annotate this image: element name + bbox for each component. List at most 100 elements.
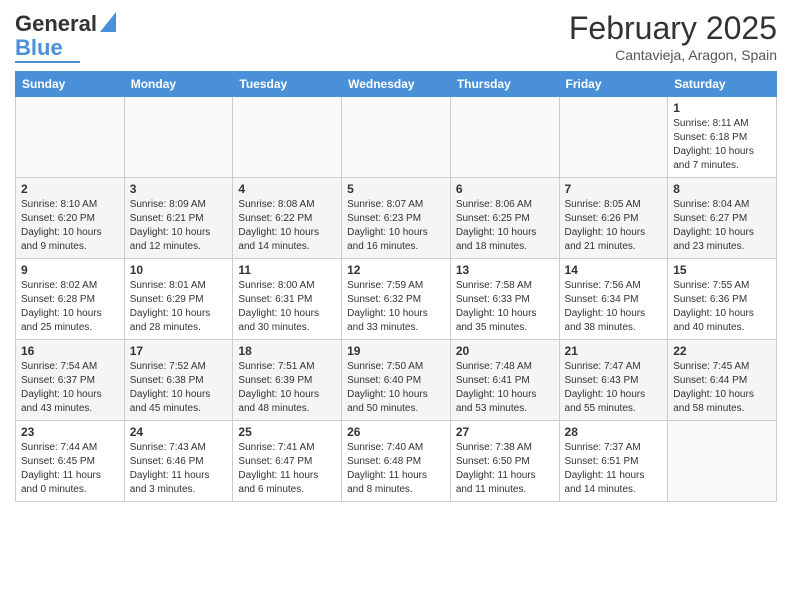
calendar-cell: 9 Sunrise: 8:02 AM Sunset: 6:28 PM Daylig…: [16, 259, 125, 340]
logo-blue-line: Blue: [15, 37, 63, 59]
calendar-cell: 10 Sunrise: 8:01 AM Sunset: 6:29 PM Dayli…: [124, 259, 233, 340]
day-number: 22: [673, 344, 771, 358]
calendar-cell: 16 Sunrise: 7:54 AM Sunset: 6:37 PM Dayli…: [16, 340, 125, 421]
day-of-week-header: Monday: [124, 72, 233, 97]
calendar-cell: 12Sunrise: 7:59 AM Sunset: 6:32 PM Dayli…: [342, 259, 451, 340]
calendar-cell: 6Sunrise: 8:06 AM Sunset: 6:25 PM Daylig…: [450, 178, 559, 259]
calendar-cell: 17 Sunrise: 7:52 AM Sunset: 6:38 PM Dayli…: [124, 340, 233, 421]
main-title: February 2025: [569, 10, 777, 47]
day-number: 8: [673, 182, 771, 196]
day-info: Sunrise: 7:47 AM Sunset: 6:43 PM Dayligh…: [565, 360, 663, 416]
calendar-cell: 13 Sunrise: 7:58 AM Sunset: 6:33 PM Dayli…: [450, 259, 559, 340]
day-info: Sunrise: 8:10 AM Sunset: 6:20 PM Dayligh…: [21, 198, 119, 254]
calendar-cell: 19Sunrise: 7:50 AM Sunset: 6:40 PM Dayli…: [342, 340, 451, 421]
page: General Blue February 2025 Cantavieja, A…: [0, 0, 792, 612]
day-info: Sunrise: 8:06 AM Sunset: 6:25 PM Dayligh…: [456, 198, 554, 254]
calendar-cell: 22 Sunrise: 7:45 AM Sunset: 6:44 PM Dayli…: [668, 340, 777, 421]
day-number: 11: [238, 263, 336, 277]
calendar-cell: 26 Sunrise: 7:40 AM Sunset: 6:48 PM Dayli…: [342, 421, 451, 502]
calendar-cell: 3Sunrise: 8:09 AM Sunset: 6:21 PM Daylig…: [124, 178, 233, 259]
day-number: 25: [238, 425, 336, 439]
logo-underline: [15, 61, 80, 63]
day-number: 28: [565, 425, 663, 439]
calendar-body: 1 Sunrise: 8:11 AM Sunset: 6:18 PM Daylig…: [16, 97, 777, 502]
calendar-cell: 4 Sunrise: 8:08 AM Sunset: 6:22 PM Daylig…: [233, 178, 342, 259]
day-info: Sunrise: 8:04 AM Sunset: 6:27 PM Dayligh…: [673, 198, 771, 254]
day-info: Sunrise: 7:41 AM Sunset: 6:47 PM Dayligh…: [238, 441, 336, 497]
day-number: 13: [456, 263, 554, 277]
calendar-cell: 27Sunrise: 7:38 AM Sunset: 6:50 PM Dayli…: [450, 421, 559, 502]
day-number: 9: [21, 263, 119, 277]
day-info: Sunrise: 7:51 AM Sunset: 6:39 PM Dayligh…: [238, 360, 336, 416]
calendar-cell: [668, 421, 777, 502]
day-info: Sunrise: 8:11 AM Sunset: 6:18 PM Dayligh…: [673, 117, 771, 173]
calendar-cell: 8 Sunrise: 8:04 AM Sunset: 6:27 PM Daylig…: [668, 178, 777, 259]
day-info: Sunrise: 7:48 AM Sunset: 6:41 PM Dayligh…: [456, 360, 554, 416]
days-of-week-row: SundayMondayTuesdayWednesdayThursdayFrid…: [16, 72, 777, 97]
calendar-cell: 15 Sunrise: 7:55 AM Sunset: 6:36 PM Dayli…: [668, 259, 777, 340]
calendar-cell: 21 Sunrise: 7:47 AM Sunset: 6:43 PM Dayli…: [559, 340, 668, 421]
logo: General Blue: [15, 10, 116, 63]
day-info: Sunrise: 7:38 AM Sunset: 6:50 PM Dayligh…: [456, 441, 554, 497]
logo-text: General: [15, 13, 97, 35]
calendar-cell: 24 Sunrise: 7:43 AM Sunset: 6:46 PM Dayli…: [124, 421, 233, 502]
day-of-week-header: Tuesday: [233, 72, 342, 97]
day-info: Sunrise: 8:01 AM Sunset: 6:29 PM Dayligh…: [130, 279, 228, 335]
calendar-cell: 18Sunrise: 7:51 AM Sunset: 6:39 PM Dayli…: [233, 340, 342, 421]
logo-line: General: [15, 10, 116, 37]
day-number: 16: [21, 344, 119, 358]
day-info: Sunrise: 7:56 AM Sunset: 6:34 PM Dayligh…: [565, 279, 663, 335]
calendar-cell: 7 Sunrise: 8:05 AM Sunset: 6:26 PM Daylig…: [559, 178, 668, 259]
day-number: 10: [130, 263, 228, 277]
day-of-week-header: Wednesday: [342, 72, 451, 97]
calendar-week-row: 1 Sunrise: 8:11 AM Sunset: 6:18 PM Daylig…: [16, 97, 777, 178]
day-info: Sunrise: 7:40 AM Sunset: 6:48 PM Dayligh…: [347, 441, 445, 497]
day-of-week-header: Saturday: [668, 72, 777, 97]
calendar-cell: [559, 97, 668, 178]
day-number: 14: [565, 263, 663, 277]
day-number: 7: [565, 182, 663, 196]
calendar-cell: 1 Sunrise: 8:11 AM Sunset: 6:18 PM Daylig…: [668, 97, 777, 178]
day-info: Sunrise: 7:45 AM Sunset: 6:44 PM Dayligh…: [673, 360, 771, 416]
day-of-week-header: Sunday: [16, 72, 125, 97]
calendar-cell: 2 Sunrise: 8:10 AM Sunset: 6:20 PM Daylig…: [16, 178, 125, 259]
day-info: Sunrise: 8:09 AM Sunset: 6:21 PM Dayligh…: [130, 198, 228, 254]
day-number: 5: [347, 182, 445, 196]
calendar-cell: 23Sunrise: 7:44 AM Sunset: 6:45 PM Dayli…: [16, 421, 125, 502]
calendar-cell: 11 Sunrise: 8:00 AM Sunset: 6:31 PM Dayli…: [233, 259, 342, 340]
day-number: 4: [238, 182, 336, 196]
day-info: Sunrise: 7:37 AM Sunset: 6:51 PM Dayligh…: [565, 441, 663, 497]
day-info: Sunrise: 7:44 AM Sunset: 6:45 PM Dayligh…: [21, 441, 119, 497]
day-number: 1: [673, 101, 771, 115]
calendar-week-row: 16 Sunrise: 7:54 AM Sunset: 6:37 PM Dayli…: [16, 340, 777, 421]
day-info: Sunrise: 7:58 AM Sunset: 6:33 PM Dayligh…: [456, 279, 554, 335]
day-number: 2: [21, 182, 119, 196]
calendar-cell: [124, 97, 233, 178]
calendar-week-row: 23Sunrise: 7:44 AM Sunset: 6:45 PM Dayli…: [16, 421, 777, 502]
calendar-week-row: 9 Sunrise: 8:02 AM Sunset: 6:28 PM Daylig…: [16, 259, 777, 340]
logo-triangle-icon: [100, 12, 116, 37]
day-info: Sunrise: 8:08 AM Sunset: 6:22 PM Dayligh…: [238, 198, 336, 254]
day-number: 26: [347, 425, 445, 439]
day-number: 17: [130, 344, 228, 358]
day-info: Sunrise: 7:55 AM Sunset: 6:36 PM Dayligh…: [673, 279, 771, 335]
day-info: Sunrise: 7:43 AM Sunset: 6:46 PM Dayligh…: [130, 441, 228, 497]
day-number: 12: [347, 263, 445, 277]
day-info: Sunrise: 8:05 AM Sunset: 6:26 PM Dayligh…: [565, 198, 663, 254]
day-info: Sunrise: 7:54 AM Sunset: 6:37 PM Dayligh…: [21, 360, 119, 416]
day-number: 21: [565, 344, 663, 358]
day-info: Sunrise: 8:00 AM Sunset: 6:31 PM Dayligh…: [238, 279, 336, 335]
calendar-cell: 14 Sunrise: 7:56 AM Sunset: 6:34 PM Dayli…: [559, 259, 668, 340]
calendar-header: SundayMondayTuesdayWednesdayThursdayFrid…: [16, 72, 777, 97]
day-number: 24: [130, 425, 228, 439]
calendar-cell: 5 Sunrise: 8:07 AM Sunset: 6:23 PM Daylig…: [342, 178, 451, 259]
day-info: Sunrise: 7:52 AM Sunset: 6:38 PM Dayligh…: [130, 360, 228, 416]
calendar-cell: 25 Sunrise: 7:41 AM Sunset: 6:47 PM Dayli…: [233, 421, 342, 502]
logo-blue-text: Blue: [15, 37, 63, 59]
calendar-cell: 20Sunrise: 7:48 AM Sunset: 6:41 PM Dayli…: [450, 340, 559, 421]
day-info: Sunrise: 8:07 AM Sunset: 6:23 PM Dayligh…: [347, 198, 445, 254]
day-info: Sunrise: 8:02 AM Sunset: 6:28 PM Dayligh…: [21, 279, 119, 335]
day-number: 15: [673, 263, 771, 277]
title-area: February 2025 Cantavieja, Aragon, Spain: [569, 10, 777, 63]
day-number: 19: [347, 344, 445, 358]
